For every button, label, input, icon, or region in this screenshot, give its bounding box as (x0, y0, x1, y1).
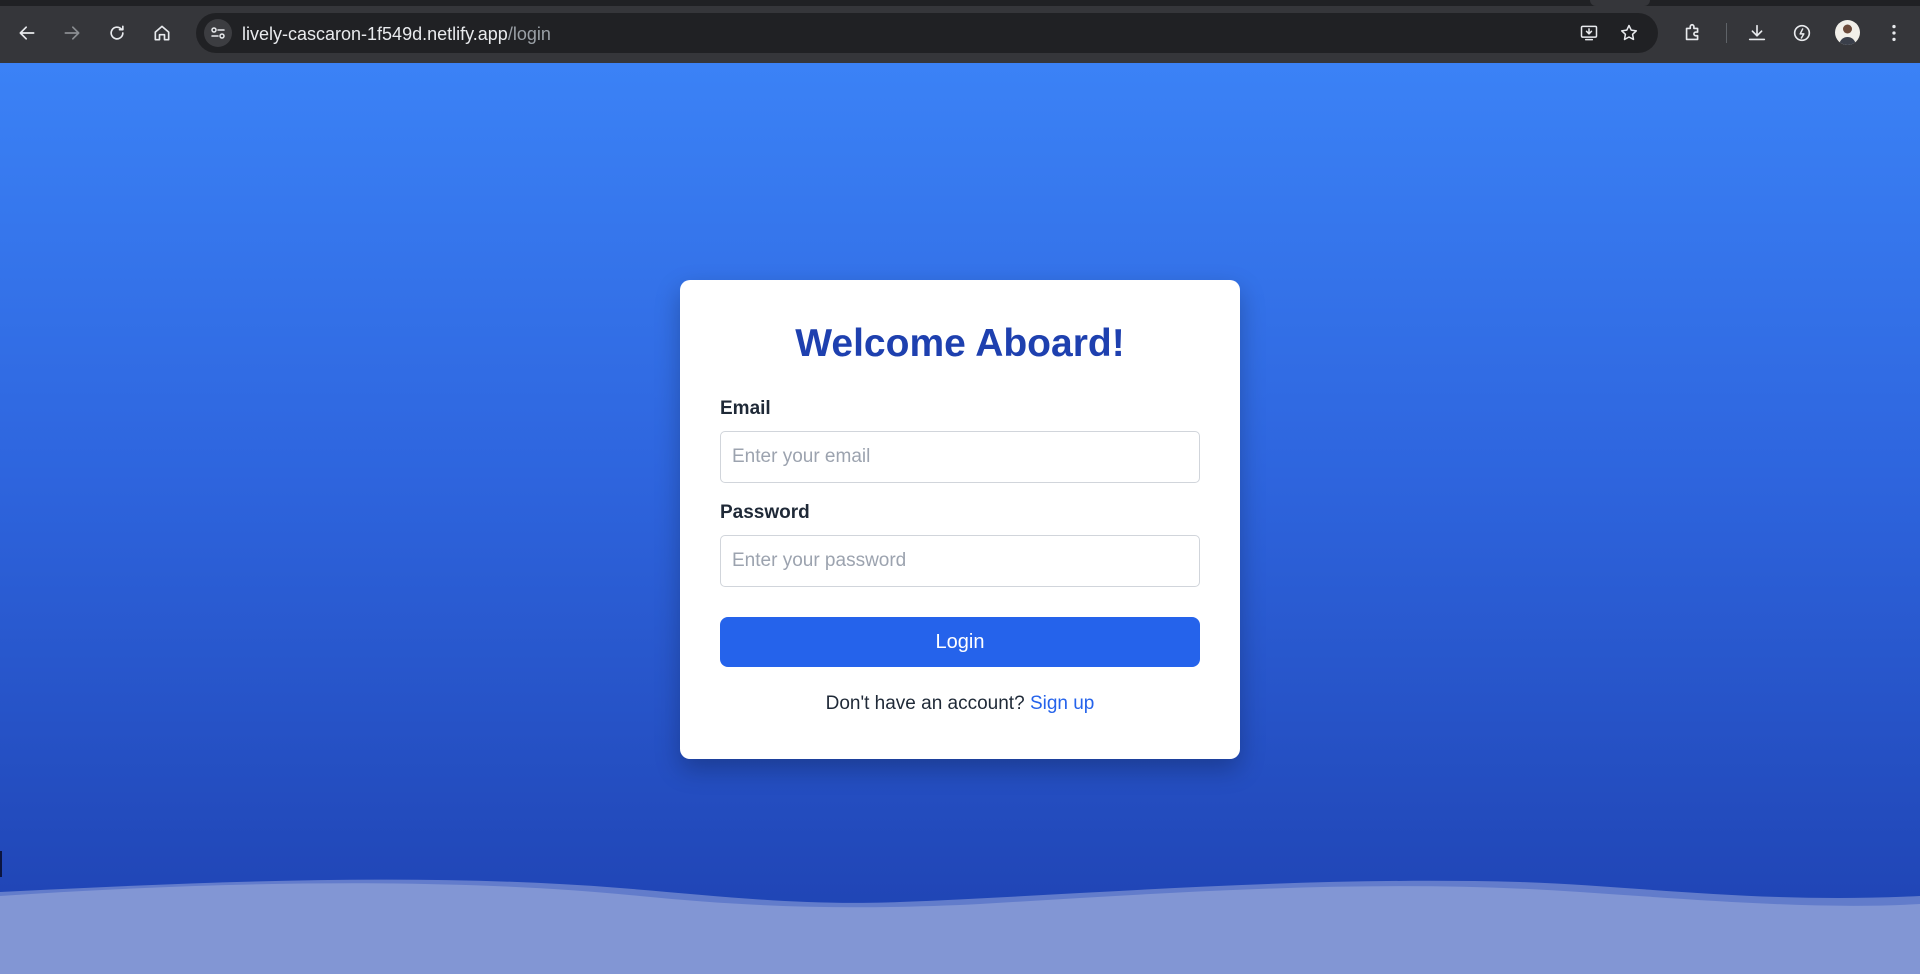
bookmark-button[interactable] (1617, 21, 1641, 45)
signup-link[interactable]: Sign up (1030, 693, 1094, 714)
back-arrow-icon (19, 26, 35, 40)
page-title: Welcome Aboard! (795, 322, 1125, 365)
password-field[interactable] (720, 535, 1200, 587)
browser-toolbar: lively-cascaron-1f549d.netlify.app/login (0, 0, 1920, 63)
url-host: lively-cascaron-1f549d.netlify.app (242, 24, 508, 44)
login-page: Welcome Aboard! Email Password Login Don… (0, 63, 1920, 974)
install-app-icon (1580, 25, 1598, 41)
download-icon (1748, 24, 1766, 41)
home-button[interactable] (146, 17, 178, 49)
star-icon (1620, 24, 1638, 41)
toolbar-divider (1726, 23, 1727, 43)
email-label: Email (720, 398, 771, 419)
password-label: Password (720, 502, 810, 523)
reload-button[interactable] (101, 17, 133, 49)
profile-photo-icon (1839, 24, 1856, 45)
puzzle-icon (1685, 23, 1699, 41)
email-field[interactable] (720, 431, 1200, 483)
login-card: Welcome Aboard! Email Password Login Don… (680, 280, 1240, 759)
downloads-button[interactable] (1743, 19, 1771, 47)
tab-edge (1590, 0, 1650, 6)
site-info-button[interactable] (204, 19, 232, 47)
install-app-button[interactable] (1577, 21, 1601, 45)
speedometer-icon (1793, 24, 1811, 42)
back-button[interactable] (11, 17, 43, 49)
signup-prompt-text: Don't have an account? (825, 693, 1025, 714)
login-button[interactable]: Login (720, 617, 1200, 667)
extensions-button[interactable] (1679, 19, 1707, 47)
browser-menu-button[interactable] (1880, 19, 1908, 47)
home-icon (154, 25, 170, 41)
address-bar[interactable]: lively-cascaron-1f549d.netlify.app/login (196, 13, 1658, 53)
text-cursor (0, 851, 2, 877)
avatar[interactable] (1835, 20, 1860, 45)
site-info-icon (211, 27, 225, 39)
performance-button[interactable] (1788, 19, 1816, 47)
kebab-menu-icon (1892, 24, 1896, 42)
forward-arrow-icon (64, 26, 80, 40)
signup-prompt-row: Don't have an account? Sign up (720, 692, 1200, 716)
forward-button[interactable] (56, 17, 88, 49)
reload-icon (110, 25, 124, 40)
wave-decoration (0, 879, 1920, 974)
url-text[interactable]: lively-cascaron-1f549d.netlify.app/login (242, 24, 551, 45)
url-path: /login (507, 24, 551, 44)
